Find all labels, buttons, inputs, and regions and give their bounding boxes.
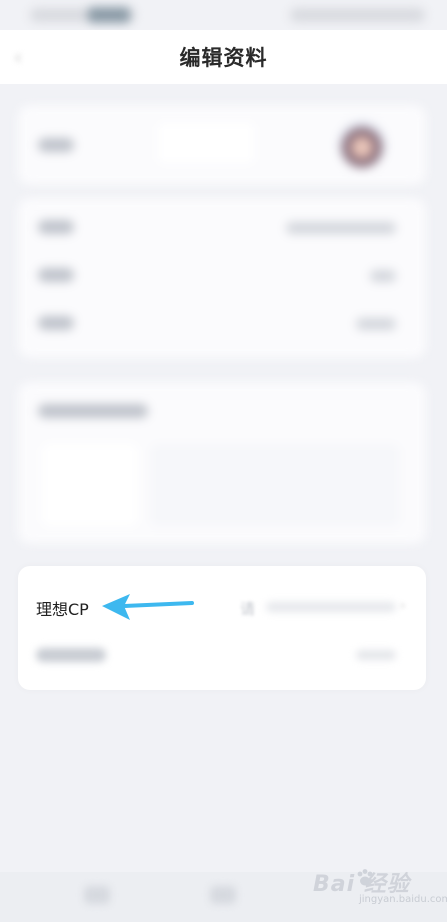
photo-add-slot[interactable] [42,444,138,526]
status-bar [0,0,447,30]
info-row-3-value[interactable] [356,318,396,330]
ideal-cp-card: 理想CP 请 › [18,566,426,690]
baidu-jingyan-watermark: Bai 经验 jingyan.baidu.com [313,864,447,914]
app-header: ‹ 编辑资料 [0,30,447,84]
status-right [290,8,425,22]
ideal-cp-label: 理想CP [36,600,89,619]
avatar-card[interactable] [18,105,426,185]
info-row-2-value[interactable] [370,270,396,282]
profile-info-card [18,198,426,358]
cp-row2-label [36,648,106,662]
status-indicator [88,7,130,23]
ideal-cp-placeholder[interactable]: 请 [240,598,255,619]
paw-icon [357,869,373,886]
photos-title [38,404,148,418]
photo-area [150,444,400,526]
bottom-tab-1[interactable] [84,886,110,904]
watermark-url: jingyan.baidu.com [359,894,447,905]
page-title: 编辑资料 [179,46,268,70]
info-row-2-label [38,268,74,282]
avatar-label [38,138,74,152]
photos-card [18,382,426,544]
annotation-arrow-icon [102,594,194,620]
avatar-row-spacer [158,123,254,163]
info-row-1-label [38,220,74,234]
info-row-3-label [38,316,74,330]
avatar[interactable] [338,121,386,169]
cp-row2-value[interactable] [356,650,396,660]
info-row-1-value[interactable] [286,222,396,234]
bottom-tab-2[interactable] [210,886,236,904]
ideal-cp-placeholder-rest[interactable] [266,602,396,612]
chevron-right-icon: › [400,598,406,614]
